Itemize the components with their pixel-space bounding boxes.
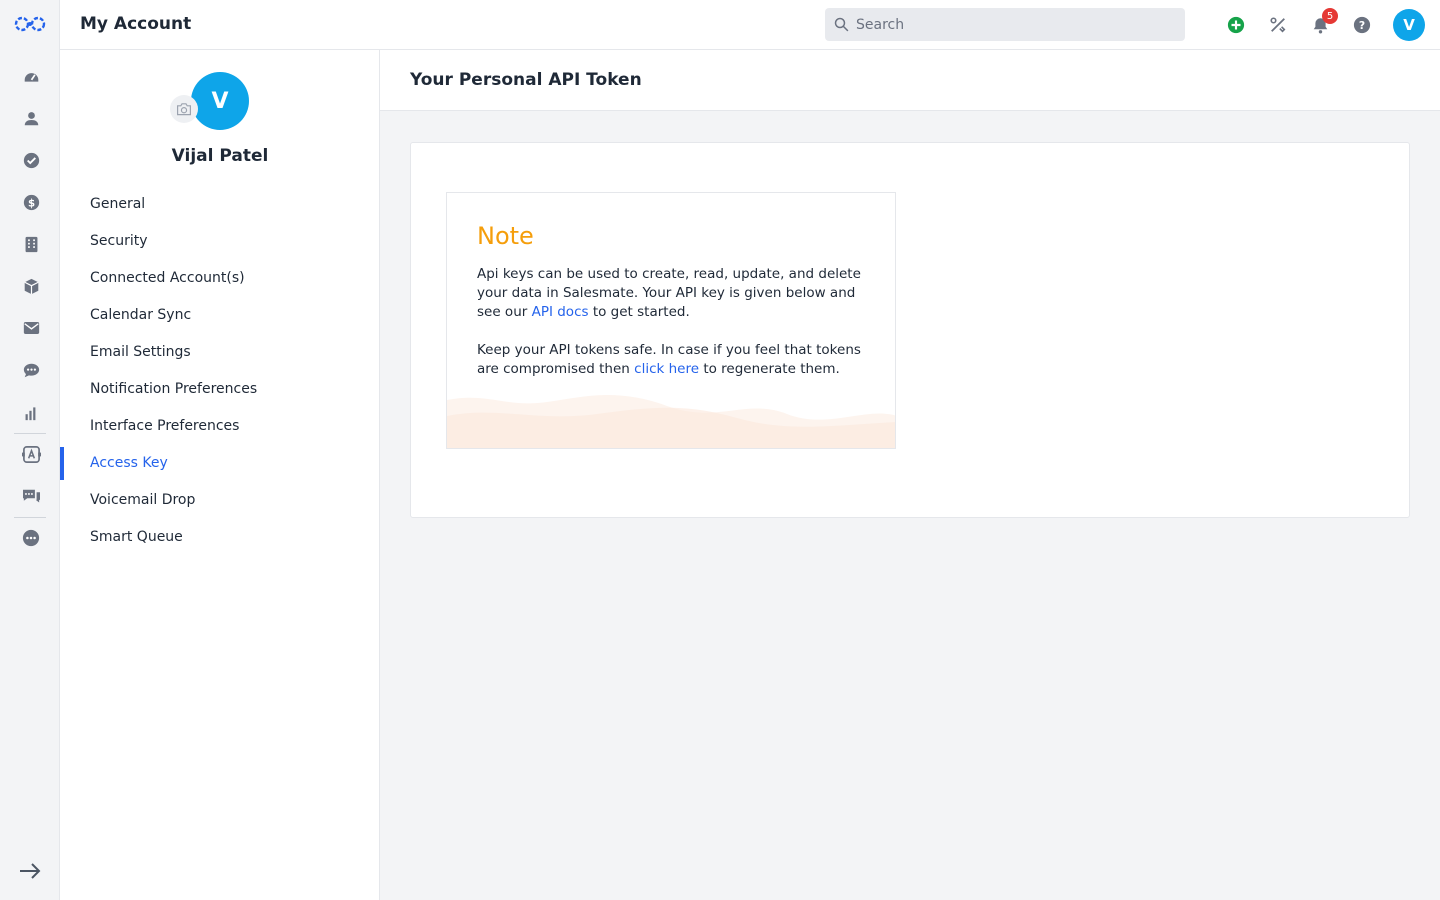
menu-item-security[interactable]: Security [60, 223, 380, 260]
logo-icon[interactable] [12, 12, 48, 36]
chat-icon[interactable] [20, 359, 42, 381]
account-sidebar: V Vijal Patel General Security Connected… [60, 50, 380, 900]
camera-icon [177, 103, 191, 116]
rail-divider [14, 517, 46, 518]
notification-badge: 5 [1322, 8, 1338, 24]
menu-item-smart-queue[interactable]: Smart Queue [60, 519, 380, 556]
svg-text:$: $ [27, 198, 34, 209]
menu-item-notification-preferences[interactable]: Notification Preferences [60, 371, 380, 408]
expand-icon[interactable] [18, 860, 42, 882]
messages-icon[interactable] [20, 485, 42, 507]
note-title: Note [477, 222, 534, 250]
user-avatar[interactable]: V [1393, 9, 1425, 41]
api-docs-link[interactable]: API docs [532, 304, 589, 320]
api-token-card: Note Api keys can be used to create, rea… [410, 142, 1410, 518]
search-box[interactable] [825, 8, 1185, 41]
top-bar: My Account 5 ? V [60, 0, 1440, 50]
deals-icon[interactable]: $ [20, 191, 42, 213]
note-paragraph-docs: Api keys can be used to create, read, up… [477, 265, 877, 322]
menu-item-email-settings[interactable]: Email Settings [60, 334, 380, 371]
menu-item-access-key[interactable]: Access Key [60, 445, 380, 482]
note-body: Api keys can be used to create, read, up… [477, 265, 877, 379]
menu-item-interface-preferences[interactable]: Interface Preferences [60, 408, 380, 445]
profile-name: Vijal Patel [171, 146, 269, 166]
regenerate-link[interactable]: click here [634, 361, 699, 377]
page-title: My Account [80, 14, 192, 34]
profile-avatar: V [191, 72, 249, 130]
svg-text:?: ? [1359, 19, 1365, 32]
search-input[interactable] [856, 16, 1176, 33]
products-icon[interactable] [20, 275, 42, 297]
tools-icon[interactable] [1267, 14, 1289, 36]
account-menu: General Security Connected Account(s) Ca… [60, 186, 380, 556]
content-title: Your Personal API Token [410, 70, 642, 90]
search-icon [834, 17, 849, 32]
more-icon[interactable] [20, 527, 42, 549]
menu-item-voicemail-drop[interactable]: Voicemail Drop [60, 482, 380, 519]
dashboard-icon[interactable] [20, 65, 42, 87]
change-photo-button[interactable] [170, 95, 198, 123]
menu-item-general[interactable]: General [60, 186, 380, 223]
email-icon[interactable] [20, 317, 42, 339]
note-text: to get started. [588, 304, 690, 320]
help-icon[interactable]: ? [1351, 14, 1373, 36]
menu-item-calendar-sync[interactable]: Calendar Sync [60, 297, 380, 334]
add-icon[interactable] [1225, 14, 1247, 36]
decorative-wave [447, 395, 895, 448]
content-header: Your Personal API Token [380, 50, 1440, 111]
companies-icon[interactable] [20, 233, 42, 255]
tasks-icon[interactable] [20, 149, 42, 171]
note-paragraph-regenerate: Keep your API tokens safe. In case if yo… [477, 341, 877, 379]
contacts-icon[interactable] [20, 107, 42, 129]
note-text: to regenerate them. [699, 361, 840, 377]
app-rail: $ [0, 0, 60, 900]
automation-icon[interactable] [20, 443, 42, 465]
note-box: Note Api keys can be used to create, rea… [446, 192, 896, 449]
reports-icon[interactable] [20, 401, 42, 423]
menu-item-connected-accounts[interactable]: Connected Account(s) [60, 260, 380, 297]
rail-divider [14, 433, 46, 434]
